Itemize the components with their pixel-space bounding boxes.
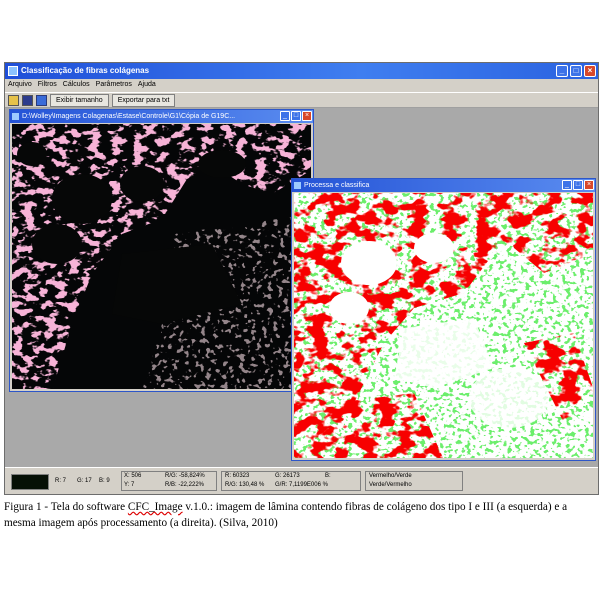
classified-image [294,193,593,458]
menu-filtros[interactable]: Filtros [38,79,57,91]
caption-software-name: CFC_Image [127,501,183,513]
maximize-button[interactable]: □ [573,180,583,190]
original-window-title-bar[interactable]: D:\Wolley\Imagens Colagenas\Estase\Contr… [10,110,313,123]
pixel-g: G: 17 [77,478,92,484]
menu-calculos[interactable]: Cálculos [63,79,90,91]
processed-window-title-bar[interactable]: Processa e classifica _ □ × [292,179,595,192]
caption-part1: Figura 1 - Tela do software [4,501,128,513]
maximize-button[interactable]: □ [291,111,301,121]
class-green-red: Verde/Vermelho [369,482,412,488]
pixel-b: B: 9 [99,478,110,484]
app-title-bar[interactable]: Classificação de fibras colágenas _ □ × [5,63,598,79]
pixel-color-swatch [11,474,49,490]
figure-caption: Figura 1 - Tela do software CFC_Image v.… [4,499,596,531]
minimize-button[interactable]: _ [556,65,568,77]
maximize-button[interactable]: □ [570,65,582,77]
app-window: Classificação de fibras colágenas _ □ × … [4,62,599,495]
minimize-button[interactable]: _ [280,111,290,121]
close-button[interactable]: × [584,65,596,77]
menu-parametros[interactable]: Parâmetros [96,79,132,91]
show-size-button[interactable]: Exibir tamanho [50,93,109,107]
class-red-green: Vermelho/Verde [369,473,412,479]
process-icon[interactable] [36,94,47,106]
mdi-workspace: D:\Wolley\Imagens Colagenas\Estase\Contr… [5,108,598,468]
window-icon [12,113,19,120]
pixel-r: R: 7 [55,478,67,484]
minimize-button[interactable]: _ [562,180,572,190]
close-button[interactable]: × [302,111,312,121]
total-gr: G/R: 7,1199E006 % [275,482,328,488]
total-g: G: 26173 [275,473,300,479]
menu-arquivo[interactable]: Arquivo [8,79,32,91]
app-title: Classificação de fibras colágenas [21,66,150,75]
original-image-window: D:\Wolley\Imagens Colagenas\Estase\Contr… [9,109,314,392]
collagen-image [12,124,311,389]
open-folder-icon[interactable] [8,94,19,106]
processed-image-window: Processa e classifica _ □ × [291,178,596,461]
coord-x: X: 506 [124,473,142,479]
menu-bar: Arquivo Filtros Cálculos Parâmetros Ajud… [5,79,598,91]
coord-y: Y: 7 [124,482,135,488]
export-txt-button[interactable]: Exportar para txt [111,93,176,107]
save-icon[interactable] [22,94,33,106]
total-r: R: 60323 [225,473,250,479]
processed-classification-image[interactable] [294,193,593,458]
status-bar: R: 7 G: 17 B: 9 X: 506 Y: 7 R/G: -58,824… [5,467,598,494]
original-microscopy-image[interactable] [12,124,311,389]
ratio-rg: R/G: -58,824% [165,473,205,479]
original-window-title: D:\Wolley\Imagens Colagenas\Estase\Contr… [22,113,236,120]
processed-window-title: Processa e classifica [304,182,370,189]
total-b: B: [325,473,331,479]
app-icon [8,66,18,76]
window-icon [294,182,301,189]
total-rg: R/G: 130,48 % [225,482,265,488]
close-button[interactable]: × [584,180,594,190]
toolbar: Exibir tamanho Exportar para txt [5,92,598,108]
menu-ajuda[interactable]: Ajuda [138,79,156,91]
ratio-rb: R/B: -22,222% [165,482,205,488]
